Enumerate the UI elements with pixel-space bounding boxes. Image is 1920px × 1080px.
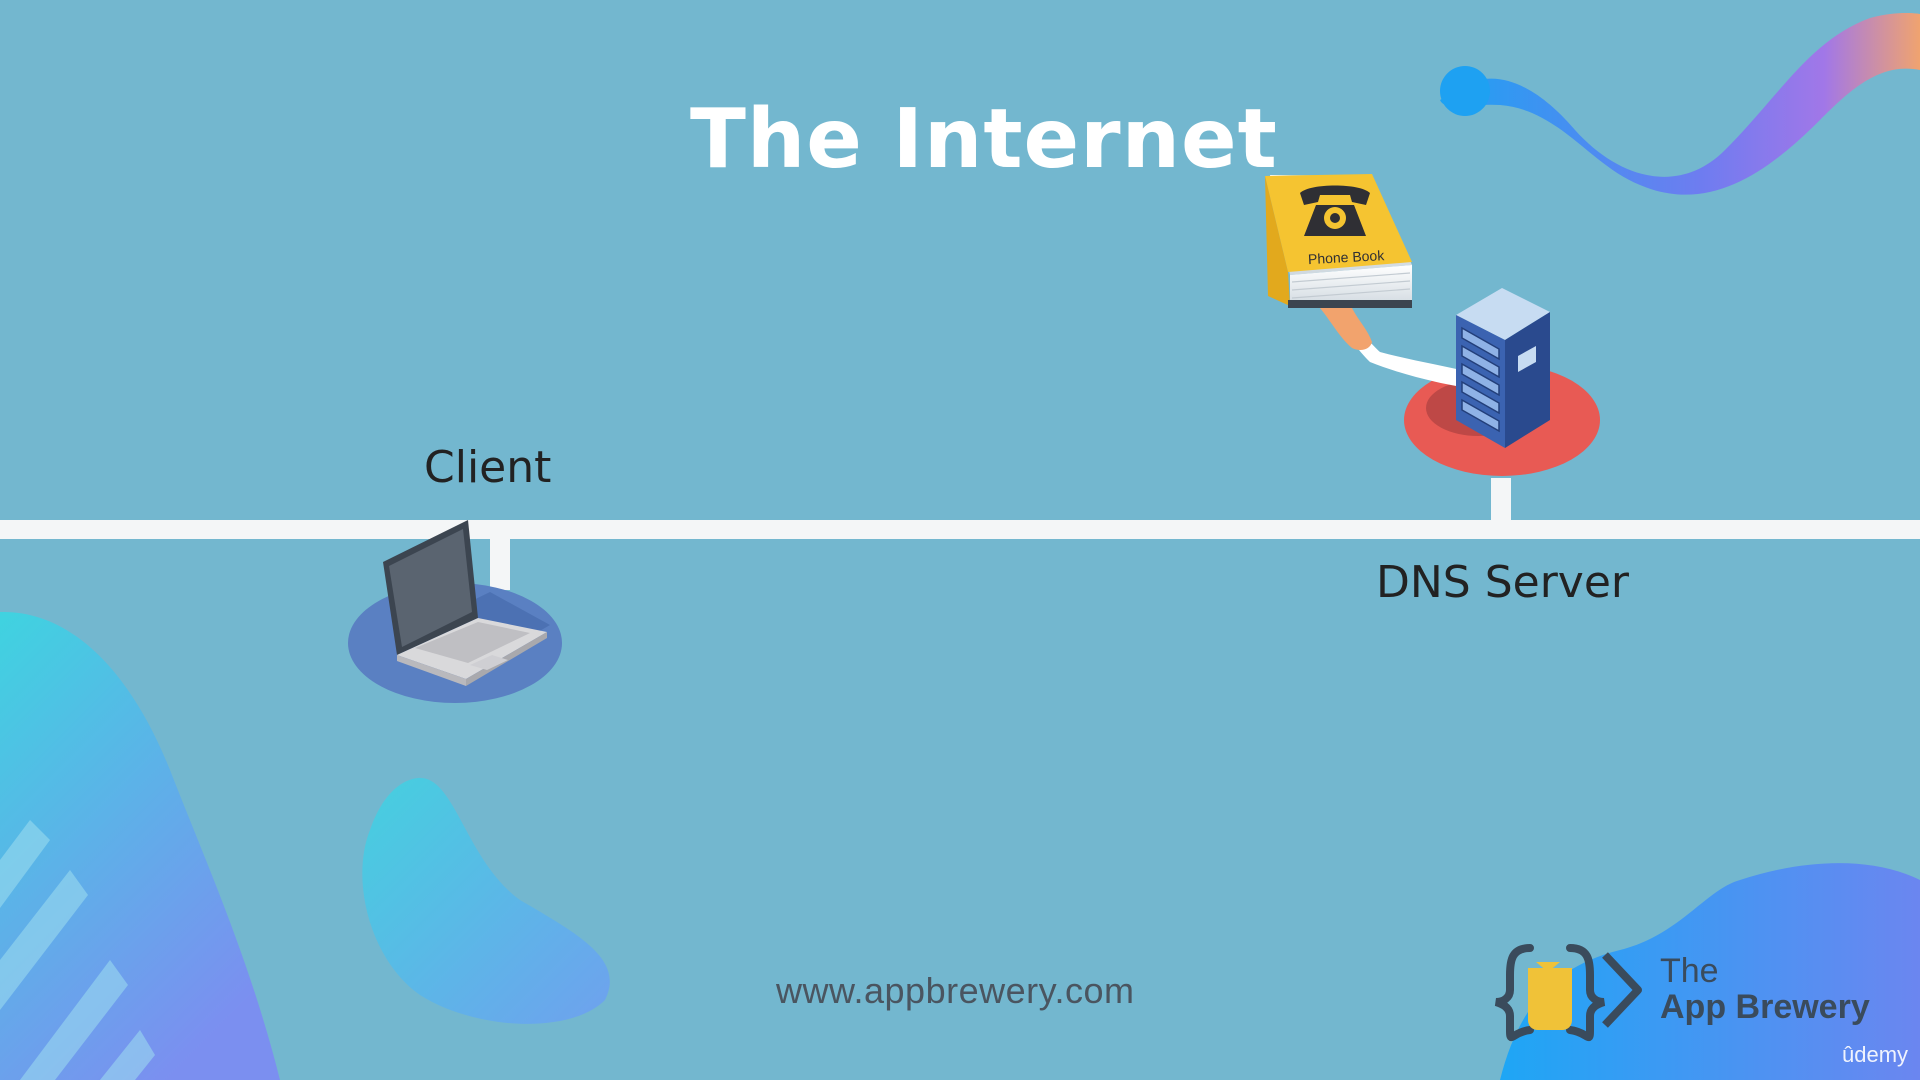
network-line bbox=[0, 478, 1920, 590]
decorative-blob-left bbox=[0, 611, 280, 1080]
server-icon bbox=[1320, 288, 1600, 476]
phone-book-icon bbox=[1265, 174, 1412, 308]
brand-the-text: The bbox=[1660, 952, 1719, 990]
page-title-text: The Internet bbox=[690, 92, 1278, 187]
brand-name-text: App Brewery bbox=[1660, 988, 1870, 1026]
slide: Phone Book The Internet Client DNS Serve… bbox=[0, 0, 1920, 1080]
udemy-watermark: ûdemy bbox=[1842, 1042, 1909, 1067]
dns-server-label: DNS Server bbox=[1376, 557, 1629, 608]
client-label: Client bbox=[424, 442, 552, 493]
laptop-icon bbox=[348, 520, 562, 703]
footer-url: www.appbrewery.com bbox=[776, 970, 1135, 1011]
decorative-wave bbox=[1440, 13, 1920, 195]
decorative-blob-middle bbox=[362, 777, 610, 1024]
